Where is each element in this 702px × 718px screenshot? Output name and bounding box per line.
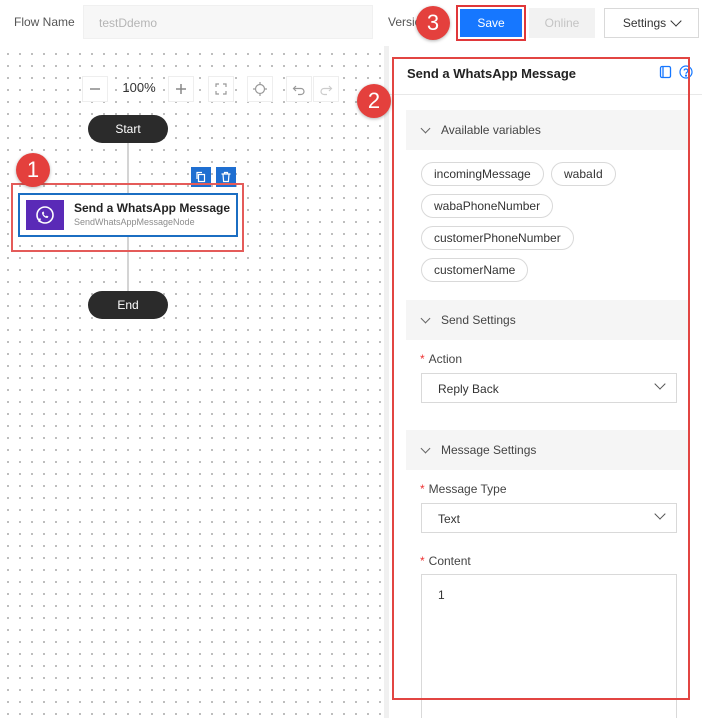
annotation-badge-1: 1 (16, 153, 50, 187)
undo-icon (292, 85, 305, 96)
chevron-down-icon (670, 15, 682, 27)
node-text: Send a WhatsApp Message SendWhatsAppMess… (74, 201, 230, 229)
flow-editor: Flow Name testDdemo Version Save Online … (0, 0, 702, 718)
end-node[interactable]: End (88, 291, 168, 319)
annotation-badge-3: 3 (416, 6, 450, 40)
start-node[interactable]: Start (88, 115, 168, 143)
minus-icon (90, 88, 100, 90)
settings-label: Settings (622, 16, 667, 30)
zoom-level: 100% (122, 80, 156, 95)
whatsapp-message-node[interactable]: Send a WhatsApp Message SendWhatsAppMess… (18, 193, 238, 237)
copy-icon (196, 171, 206, 183)
fit-screen-icon (215, 83, 227, 95)
save-highlight-frame (456, 5, 526, 41)
flow-name-input[interactable]: testDdemo (83, 5, 373, 39)
redo-button[interactable] (313, 76, 339, 102)
flow-canvas[interactable]: 100% Start Send a WhatsApp Message SendW… (0, 46, 384, 718)
plus-icon (176, 84, 186, 94)
annotation-badge-2: 2 (357, 84, 391, 118)
node-title: Send a WhatsApp Message (74, 201, 231, 215)
node-subtitle: SendWhatsAppMessageNode (74, 217, 195, 227)
redo-icon (320, 85, 333, 96)
flow-name-label: Flow Name (14, 15, 75, 29)
whatsapp-icon (26, 200, 64, 230)
top-bar: Flow Name testDdemo Version Save Online … (0, 0, 702, 46)
zoom-in-button[interactable] (168, 76, 194, 102)
center-button[interactable] (247, 76, 273, 102)
panel-highlight-frame (392, 57, 690, 700)
crosshair-icon (253, 82, 267, 96)
zoom-out-button[interactable] (82, 76, 108, 102)
version-label: Version (388, 15, 418, 29)
undo-button[interactable] (286, 76, 312, 102)
settings-dropdown[interactable]: Settings (604, 8, 699, 38)
fit-screen-button[interactable] (208, 76, 234, 102)
trash-icon (221, 171, 231, 183)
online-button[interactable]: Online (529, 8, 595, 38)
